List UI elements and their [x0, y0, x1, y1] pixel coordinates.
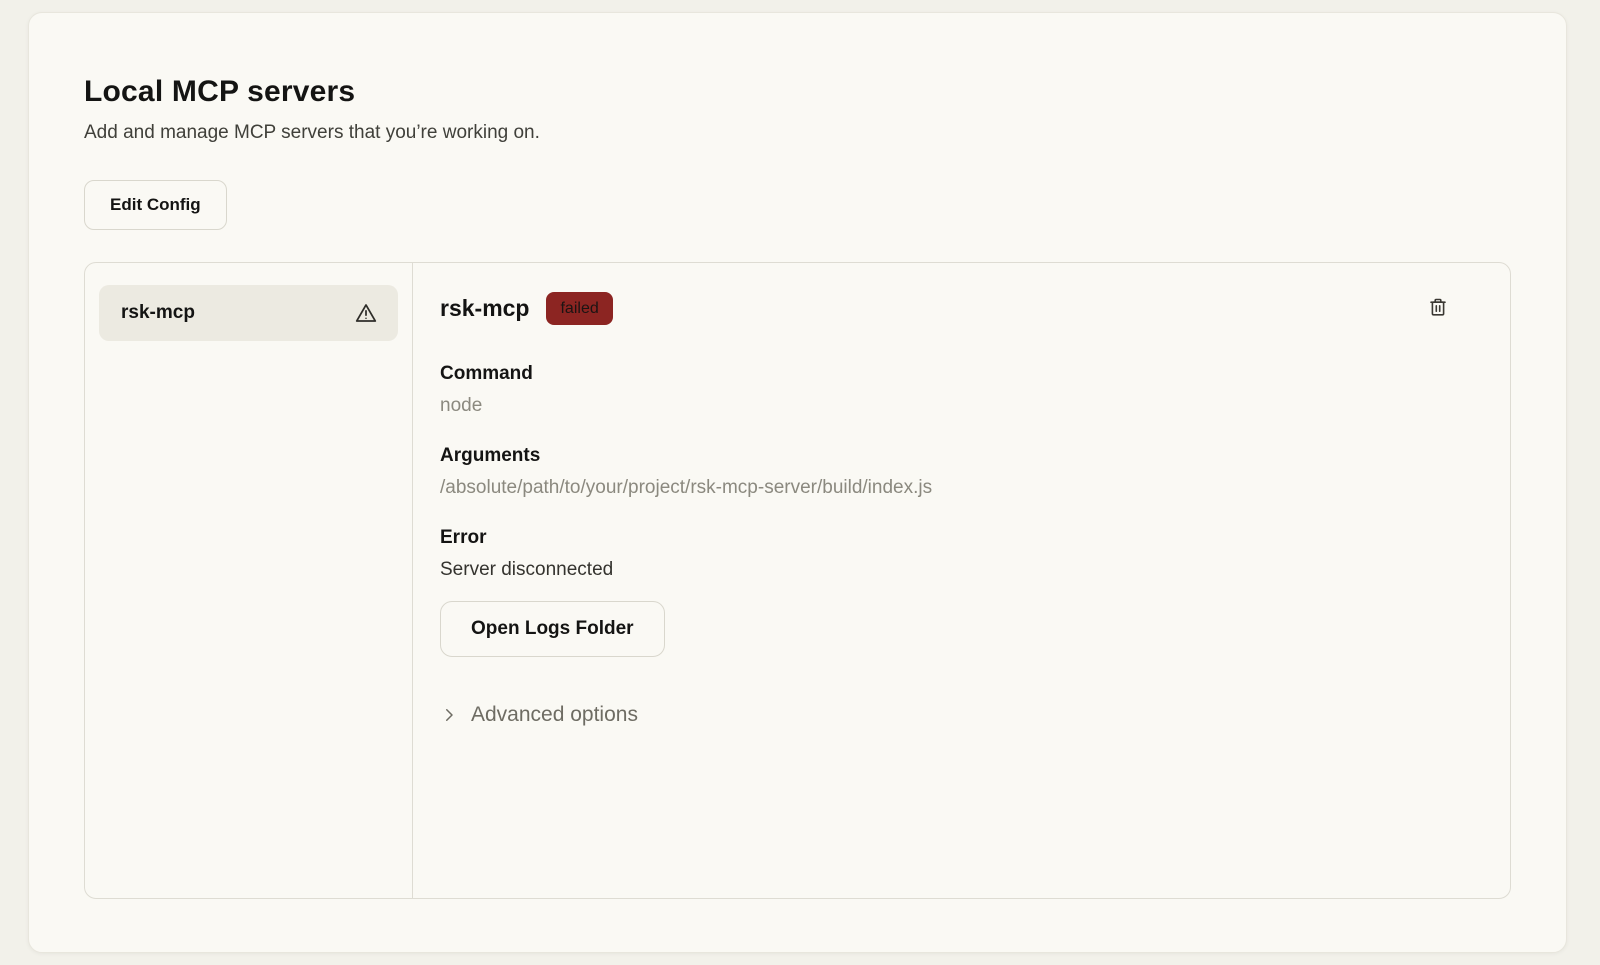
- field-command-value: node: [440, 395, 1454, 417]
- field-arguments: Arguments /absolute/path/to/your/project…: [440, 445, 1454, 499]
- advanced-options-toggle[interactable]: Advanced options: [440, 703, 1454, 727]
- advanced-options-label: Advanced options: [471, 703, 638, 727]
- chevron-right-icon: [440, 706, 458, 724]
- server-panel: rsk-mcp rsk-mcp failed: [84, 262, 1511, 899]
- field-arguments-value: /absolute/path/to/your/project/rsk-mcp-s…: [440, 477, 1454, 499]
- server-detail: rsk-mcp failed Command: [413, 263, 1510, 898]
- field-error-label: Error: [440, 527, 1454, 549]
- warning-icon: [353, 300, 379, 326]
- status-badge: failed: [546, 292, 612, 325]
- open-logs-folder-button[interactable]: Open Logs Folder: [440, 601, 665, 657]
- field-error: Error Server disconnected: [440, 527, 1454, 581]
- server-list-item-rsk-mcp[interactable]: rsk-mcp: [99, 285, 398, 341]
- page-title: Local MCP servers: [84, 75, 1511, 109]
- local-mcp-servers-card: Local MCP servers Add and manage MCP ser…: [28, 12, 1567, 953]
- server-name: rsk-mcp: [440, 295, 529, 322]
- server-detail-header: rsk-mcp failed: [440, 291, 1454, 326]
- trash-icon: [1426, 295, 1450, 319]
- field-command: Command node: [440, 363, 1454, 417]
- field-arguments-label: Arguments: [440, 445, 1454, 467]
- field-command-label: Command: [440, 363, 1454, 385]
- field-error-value: Server disconnected: [440, 559, 1454, 581]
- server-item-label: rsk-mcp: [121, 302, 195, 324]
- delete-server-button[interactable]: [1422, 291, 1454, 326]
- page-subtitle: Add and manage MCP servers that you’re w…: [84, 122, 1511, 144]
- server-list-sidebar: rsk-mcp: [85, 263, 413, 898]
- edit-config-button[interactable]: Edit Config: [84, 180, 227, 230]
